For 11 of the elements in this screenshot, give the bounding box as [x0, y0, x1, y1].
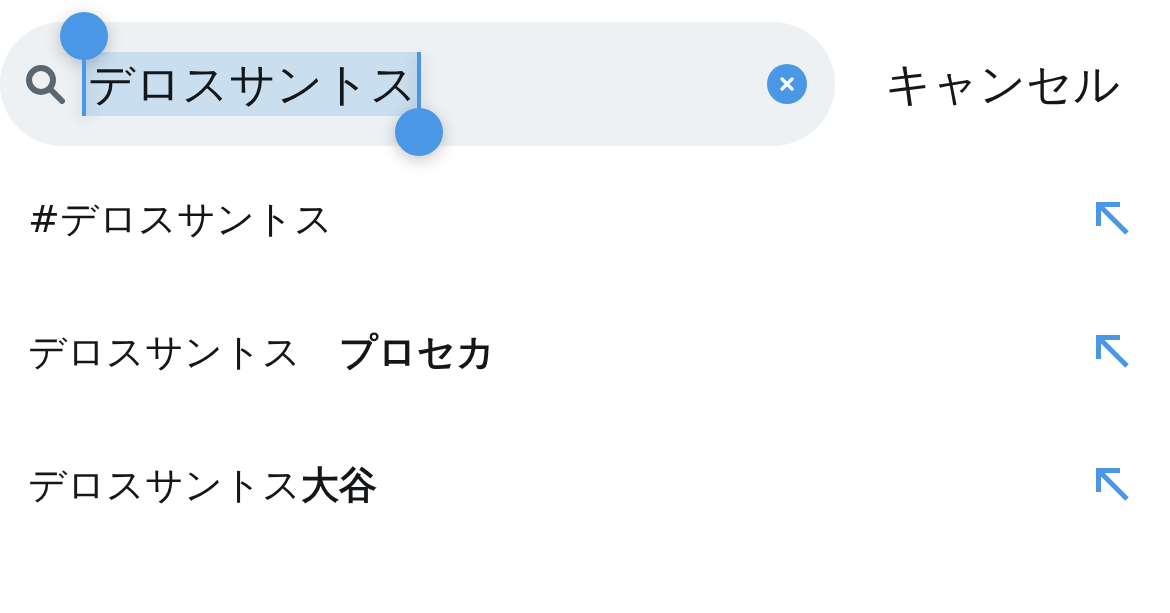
cancel-button[interactable]: キャンセル — [885, 56, 1120, 112]
clear-button[interactable] — [767, 64, 807, 104]
search-query[interactable]: デロスサントス — [85, 52, 420, 116]
arrow-up-left-icon[interactable] — [1096, 334, 1130, 369]
close-icon — [780, 77, 794, 91]
arrow-up-left-icon[interactable] — [1096, 467, 1130, 502]
search-icon — [25, 64, 65, 104]
suggestion-item[interactable]: デロスサントス大谷 — [28, 460, 377, 509]
arrow-up-left-icon[interactable] — [1096, 201, 1130, 236]
suggestion-item[interactable]: #デロスサントス — [28, 194, 333, 243]
suggestion-item[interactable]: デロスサントス プロセカ — [28, 327, 495, 376]
